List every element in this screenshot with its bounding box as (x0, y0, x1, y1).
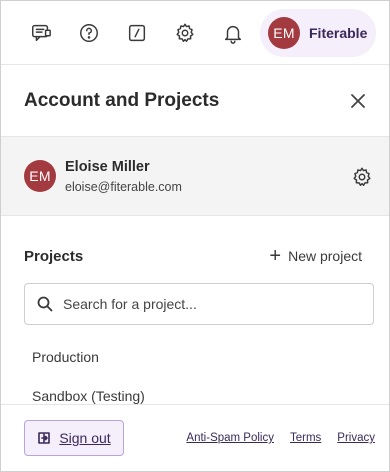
project-search-input[interactable] (63, 296, 343, 312)
panel-title: Account and Projects (24, 89, 220, 111)
user-avatar: EM (24, 160, 56, 192)
projects-header: Projects + New project (1, 246, 389, 266)
account-menu-button[interactable]: EM Fiterable (260, 9, 376, 57)
sign-out-icon (38, 432, 51, 444)
footer: Sign out Anti-Spam Policy Terms Privacy (1, 404, 389, 471)
user-settings-gear-icon[interactable] (351, 166, 373, 188)
close-icon[interactable] (347, 90, 369, 112)
privacy-link[interactable]: Privacy (337, 432, 375, 444)
top-bar: EM Fiterable (1, 1, 389, 65)
new-project-label: New project (288, 248, 362, 264)
projects-title: Projects (24, 247, 84, 265)
app-frame: EM Fiterable Account and Projects EM Elo… (0, 0, 390, 472)
sign-out-button[interactable]: Sign out (24, 420, 124, 456)
account-avatar: EM (268, 17, 300, 49)
terms-link[interactable]: Terms (290, 432, 321, 444)
sign-out-label: Sign out (59, 430, 111, 446)
command-icon[interactable] (123, 19, 151, 47)
project-search-box (24, 283, 374, 325)
user-email: eloise@fiterable.com (65, 179, 182, 194)
plus-icon: + (269, 245, 282, 267)
settings-icon[interactable] (171, 19, 199, 47)
notifications-icon[interactable] (219, 19, 247, 47)
project-item-production[interactable]: Production (1, 337, 389, 376)
footer-links: Anti-Spam Policy Terms Privacy (186, 432, 375, 444)
anti-spam-policy-link[interactable]: Anti-Spam Policy (186, 432, 274, 444)
feedback-icon[interactable] (27, 19, 55, 47)
org-name: Fiterable (309, 25, 368, 41)
user-section: EM Eloise Miller eloise@fiterable.com (1, 137, 389, 216)
panel-header: Account and Projects (1, 65, 389, 137)
new-project-button[interactable]: + New project (269, 246, 362, 266)
search-icon (37, 296, 53, 312)
help-icon[interactable] (75, 19, 103, 47)
user-name: Eloise Miller (65, 158, 150, 175)
user-info: Eloise Miller eloise@fiterable.com (65, 159, 182, 194)
